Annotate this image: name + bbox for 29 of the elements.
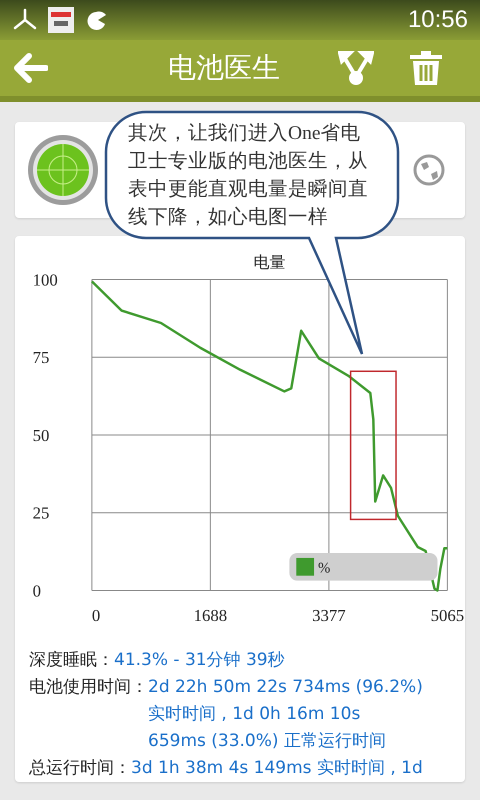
axis-label: 50 xyxy=(32,426,50,445)
stat-value: 41.3% - 31分钟 39秒 xyxy=(114,649,285,672)
axis-label: 100 xyxy=(32,270,58,290)
back-icon[interactable] xyxy=(14,53,48,83)
trash-icon[interactable] xyxy=(410,51,442,85)
axis-label: 3377 xyxy=(312,606,346,626)
stat-value: 659ms (33.0%) 正常运行时间 xyxy=(148,730,387,753)
axis-label: 25 xyxy=(32,504,50,523)
stat-value: 实时时间 , 1d 0h 16m 10s xyxy=(148,703,362,726)
stat-label: 深度睡眠： xyxy=(29,649,114,672)
stat-value: 3d 1h 38m 4s 149ms 实时时间 , 1d xyxy=(131,757,423,780)
legend-label: % xyxy=(318,560,330,577)
radar-icon xyxy=(27,134,99,206)
stat-label: 电池使用时间： xyxy=(29,676,148,699)
stat-label: 总运行时间： xyxy=(29,757,131,780)
screen-title: 电池医生 xyxy=(168,50,280,86)
stat-value: 2d 22h 50m 22s 734ms (96.2%) xyxy=(148,676,423,699)
axis-label: 1688 xyxy=(194,606,228,626)
globe-icon[interactable] xyxy=(413,154,445,186)
axis-label: 0 xyxy=(92,606,100,626)
pinwheel-icon xyxy=(12,8,38,32)
axis-label: 5065 xyxy=(430,606,464,626)
bubble-text: 其次，让我们进入One省电卫士专业版的电池医生，从表中更能直观电量是瞬间直线下降，如心电图一样 xyxy=(128,122,369,230)
share-icon[interactable] xyxy=(338,51,374,85)
clock: 10:56 xyxy=(408,6,468,34)
chart-title: 电量 xyxy=(254,254,286,272)
axis-label: 75 xyxy=(32,348,50,368)
axis-label: 0 xyxy=(32,581,42,600)
app-icon xyxy=(48,7,74,33)
